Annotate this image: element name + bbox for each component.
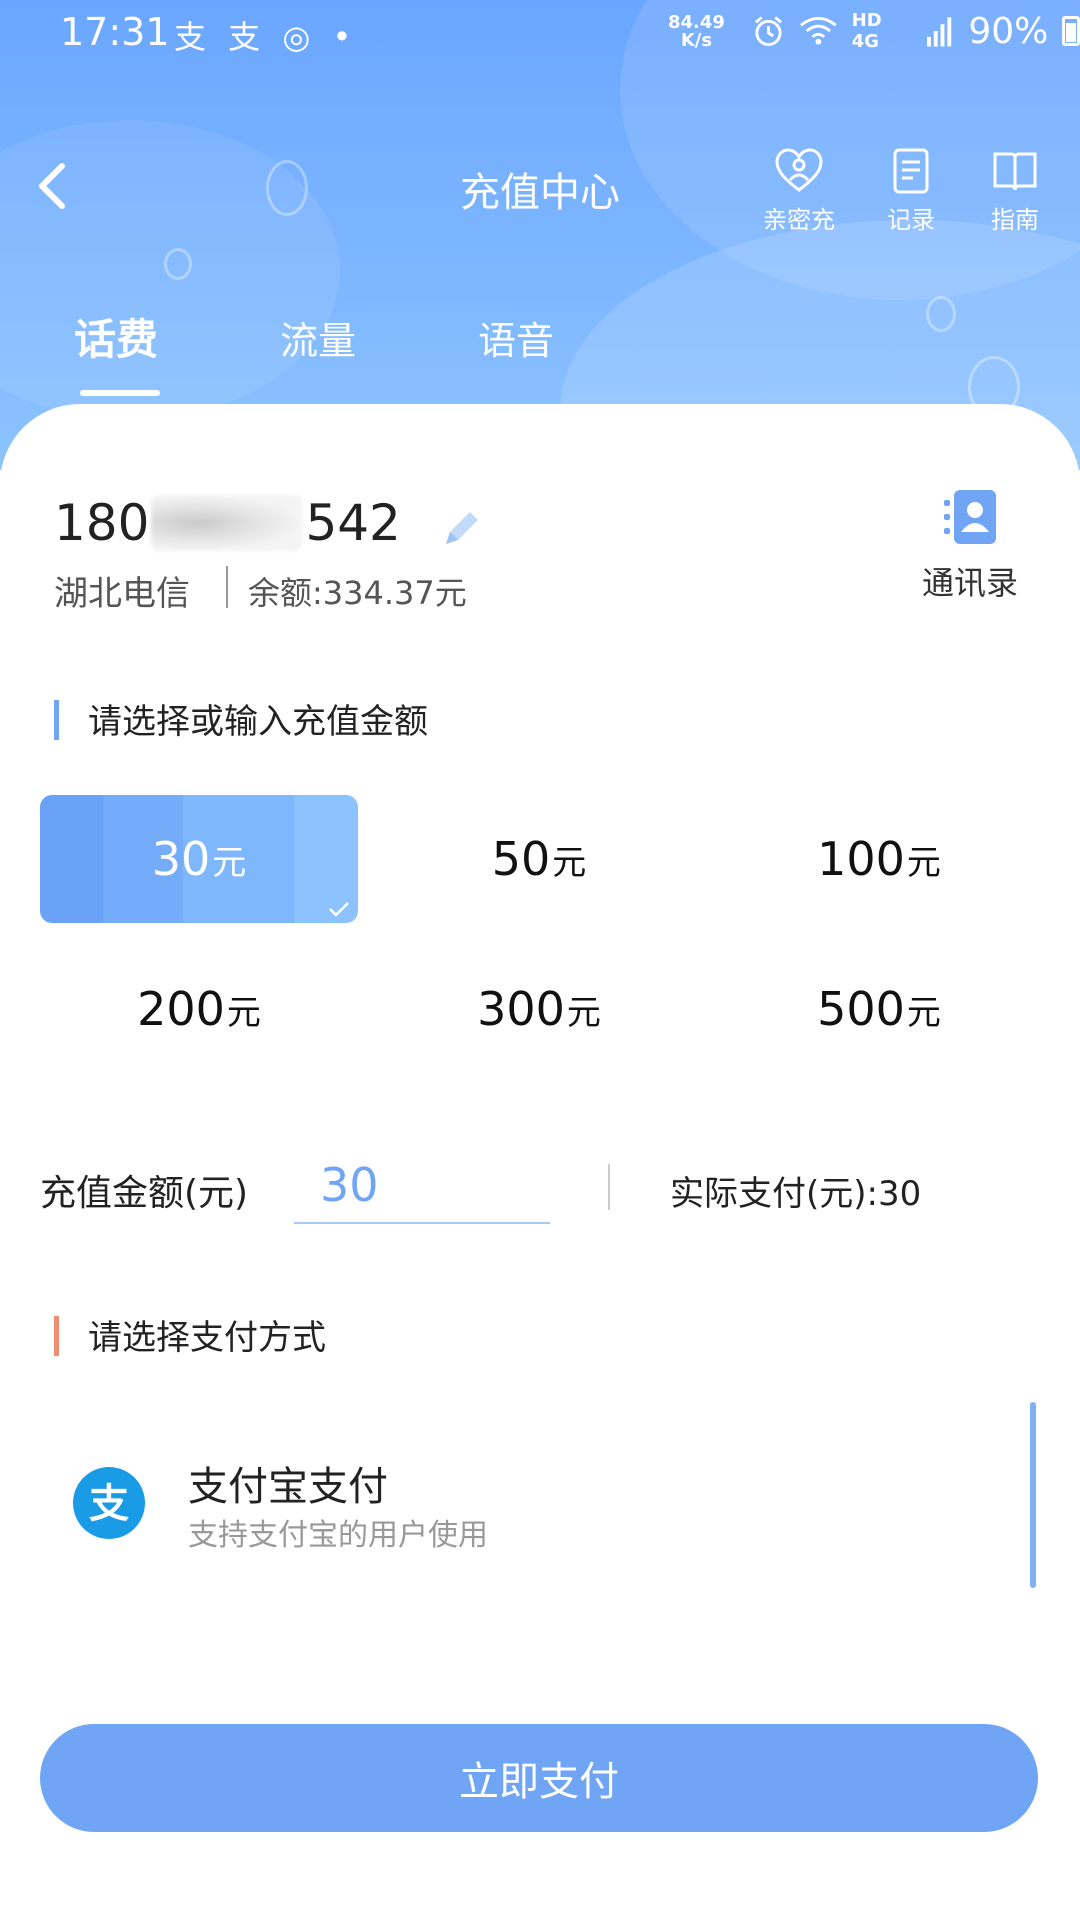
status-right-group: HD 4G 90% [752,10,1080,52]
info-divider [226,566,228,608]
alipay-logo-icon: 支 [73,1467,145,1539]
intimate-recharge-label: 亲密充 [763,206,835,234]
edit-pencil-icon[interactable] [440,506,484,550]
contacts-button[interactable]: 通讯录 [910,488,1030,604]
active-tab-indicator [80,390,160,396]
carrier-name: 湖北电信 [54,574,190,614]
tab-voice[interactable]: 语音 [478,310,554,365]
account-balance: 余额:334.37元 [248,574,467,612]
status-time: 17:31 [60,10,170,54]
book-icon [993,152,1037,191]
actual-payment: 实际支付(元):30 [670,1174,922,1214]
phone-suffix: 542 [305,494,401,552]
payment-method-desc: 支持支付宝的用户使用 [188,1518,488,1553]
status-bar: 17:31 支 支 ◎ • 84.49 K/s HD 4G 90% [0,0,1080,64]
battery-icon [1062,16,1080,46]
contacts-label: 通讯录 [921,564,1018,602]
amount-option-500[interactable]: 500 元 [720,945,1038,1073]
record-icon [893,148,929,194]
amount-option-300[interactable]: 300 元 [380,945,698,1073]
amount-option-200[interactable]: 200 元 [40,945,358,1073]
network-speed: 84.49 K/s [668,12,725,51]
svg-text:支: 支 [89,1481,129,1527]
phone-prefix: 180 [54,494,150,552]
recharge-amount-input[interactable]: 30 [294,1152,550,1224]
record-button[interactable]: 记录 [866,148,956,235]
pay-now-button[interactable]: 立即支付 [40,1724,1038,1832]
recharge-amount-value: 30 [320,1158,379,1212]
phone-number: 180 542 [54,494,401,552]
amount-option-100[interactable]: 100 元 [720,795,1038,923]
contacts-icon [944,490,996,544]
alarm-icon [754,16,782,47]
amount-option-50[interactable]: 50 元 [380,795,698,923]
network-type: HD 4G [851,10,882,52]
battery-percent: 90% [968,10,1049,52]
tab-bar: 话费 流量 语音 [0,306,1080,396]
intimate-recharge-button[interactable]: 亲密充 [754,148,844,235]
payment-method-alipay[interactable] [0,1440,1080,1570]
wifi-icon [799,16,837,45]
guide-button[interactable]: 指南 [970,148,1060,235]
signal-icon [927,17,952,47]
recharge-amount-label: 充值金额(元) [40,1173,249,1214]
tab-phone-bill[interactable]: 话费 [74,306,158,367]
amount-divider [608,1164,610,1210]
header-background [0,0,1080,470]
amount-option-30[interactable]: 30 元 [40,795,358,923]
masked-digits [151,495,304,551]
status-notification-icons: 支 支 ◎ • [174,18,358,56]
scrollbar[interactable] [1030,1402,1036,1588]
amount-section-title: 请选择或输入充值金额 [54,694,428,743]
payment-method-name: 支付宝支付 [188,1464,388,1510]
record-label: 记录 [887,206,935,234]
payment-section-title: 请选择支付方式 [54,1310,326,1359]
decor-bubble [164,248,192,280]
guide-label: 指南 [991,206,1039,234]
heart-user-icon [775,148,823,192]
check-icon [329,902,349,917]
tab-data[interactable]: 流量 [280,310,356,365]
